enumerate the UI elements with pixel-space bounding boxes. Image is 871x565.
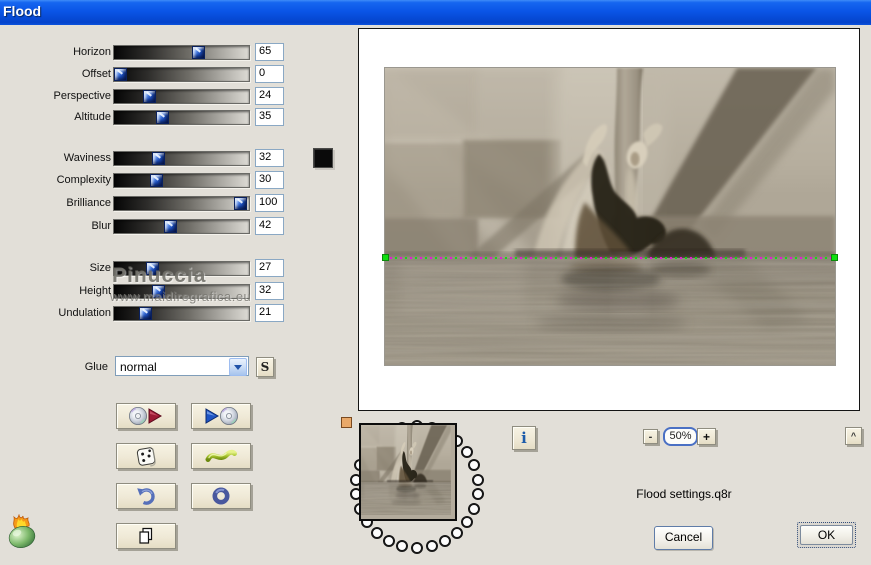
horizon-handle-left[interactable] — [382, 254, 389, 261]
slider-label: Offset — [81, 68, 111, 80]
slider-handle[interactable] — [234, 197, 247, 210]
slider-handle[interactable] — [192, 46, 205, 59]
slider-track[interactable] — [113, 67, 250, 82]
ok-button-face[interactable]: OK — [800, 525, 853, 545]
memory-dot[interactable] — [451, 526, 464, 539]
slider-label: Perspective — [53, 90, 111, 102]
chevron-down-icon[interactable] — [229, 358, 247, 376]
slider-track[interactable] — [113, 110, 250, 125]
memory-dot[interactable] — [425, 540, 438, 553]
memory-dot[interactable] — [396, 540, 409, 553]
ring-icon — [211, 486, 231, 506]
ring-button[interactable] — [191, 483, 251, 509]
slider-handle[interactable] — [114, 68, 127, 81]
memory-dot[interactable] — [411, 542, 423, 554]
slider-label: Undulation — [58, 307, 111, 319]
zoom-level[interactable]: 50% — [663, 427, 698, 446]
cancel-button[interactable]: Cancel — [654, 526, 713, 550]
cd-import-icon — [203, 406, 239, 426]
glue-label: Glue — [84, 361, 108, 373]
window-title: Flood — [3, 3, 42, 19]
slider-track[interactable] — [113, 284, 250, 299]
slider-track[interactable] — [113, 151, 250, 166]
memory-dot[interactable] — [468, 502, 481, 515]
zoom-in-button[interactable]: + — [697, 428, 716, 445]
slider-track[interactable] — [113, 45, 250, 60]
load-settings-button[interactable] — [191, 403, 251, 429]
copy-icon — [135, 526, 157, 546]
slider-handle[interactable] — [152, 285, 166, 298]
flaming-pear-logo[interactable] — [5, 514, 43, 550]
settings-filename: Flood settings.q8r — [636, 487, 732, 501]
slider-handle[interactable] — [156, 111, 169, 124]
glue-dropdown[interactable]: normal — [115, 356, 249, 376]
slider-track[interactable] — [113, 173, 250, 188]
water-color-swatch[interactable] — [313, 148, 333, 168]
ok-button[interactable]: OK — [797, 522, 856, 548]
slider-label: Brilliance — [66, 197, 111, 209]
horizon-guide-line[interactable] — [385, 257, 835, 259]
randomize-button[interactable] — [116, 443, 176, 469]
slider-value[interactable]: 42 — [255, 217, 284, 235]
slider-value[interactable]: 0 — [255, 65, 284, 83]
slider-value[interactable]: 100 — [255, 194, 284, 212]
copy-button[interactable] — [116, 523, 176, 549]
memory-dot[interactable] — [461, 515, 474, 528]
slider-track[interactable] — [113, 196, 250, 211]
slider-label: Height — [79, 285, 111, 297]
flood-dialog: { "window": { "title": "Flood" }, "slide… — [0, 0, 871, 565]
slider-track[interactable] — [113, 306, 250, 321]
collapse-button[interactable]: ^ — [845, 427, 862, 445]
slider-handle[interactable] — [142, 90, 156, 103]
horizon-handle-right[interactable] — [831, 254, 838, 261]
slider-track[interactable] — [113, 261, 250, 276]
glue-selected-value: normal — [120, 360, 157, 374]
slider-label: Complexity — [56, 174, 111, 186]
slider-handle[interactable] — [150, 174, 163, 187]
undo-icon — [135, 486, 157, 506]
preview-thumbnail[interactable] — [359, 423, 457, 521]
memory-dot[interactable] — [370, 526, 383, 539]
slider-value[interactable]: 65 — [255, 43, 284, 61]
s-button[interactable]: S — [256, 357, 274, 377]
slider-label: Size — [89, 262, 111, 274]
slider-value[interactable]: 30 — [255, 171, 284, 189]
memory-dot[interactable] — [461, 446, 474, 459]
cd-export-icon — [128, 406, 164, 426]
memory-dot[interactable] — [468, 459, 481, 472]
window-titlebar: Flood — [0, 0, 871, 25]
dice-icon — [134, 445, 158, 467]
preview-image[interactable] — [384, 67, 836, 366]
slider-handle[interactable] — [164, 220, 178, 233]
slider-value[interactable]: 21 — [255, 304, 284, 322]
slider-label: Altitude — [74, 111, 111, 123]
slider-handle[interactable] — [139, 307, 153, 320]
undo-button[interactable] — [116, 483, 176, 509]
slider-label: Blur — [91, 220, 111, 232]
active-memory-dot[interactable] — [341, 417, 352, 428]
save-settings-button[interactable] — [116, 403, 176, 429]
memory-dot[interactable] — [471, 473, 484, 486]
slider-value[interactable]: 32 — [255, 149, 284, 167]
slider-track[interactable] — [113, 219, 250, 234]
slider-label: Waviness — [63, 152, 111, 164]
slider-value[interactable]: 35 — [255, 108, 284, 126]
slider-handle[interactable] — [152, 152, 166, 165]
slider-value[interactable]: 32 — [255, 282, 284, 300]
wave-icon — [205, 447, 237, 465]
memory-dot[interactable] — [471, 488, 484, 501]
memory-dot[interactable] — [439, 535, 452, 547]
slider-track[interactable] — [113, 89, 250, 104]
slider-value[interactable]: 24 — [255, 87, 284, 105]
memory-dot[interactable] — [382, 535, 395, 547]
info-button[interactable]: i — [512, 426, 536, 450]
slider-value[interactable]: 27 — [255, 259, 284, 277]
zoom-out-button[interactable]: - — [643, 429, 658, 444]
slider-label: Horizon — [73, 46, 111, 58]
slider-handle[interactable] — [146, 262, 160, 275]
wave-style-button[interactable] — [191, 443, 251, 469]
